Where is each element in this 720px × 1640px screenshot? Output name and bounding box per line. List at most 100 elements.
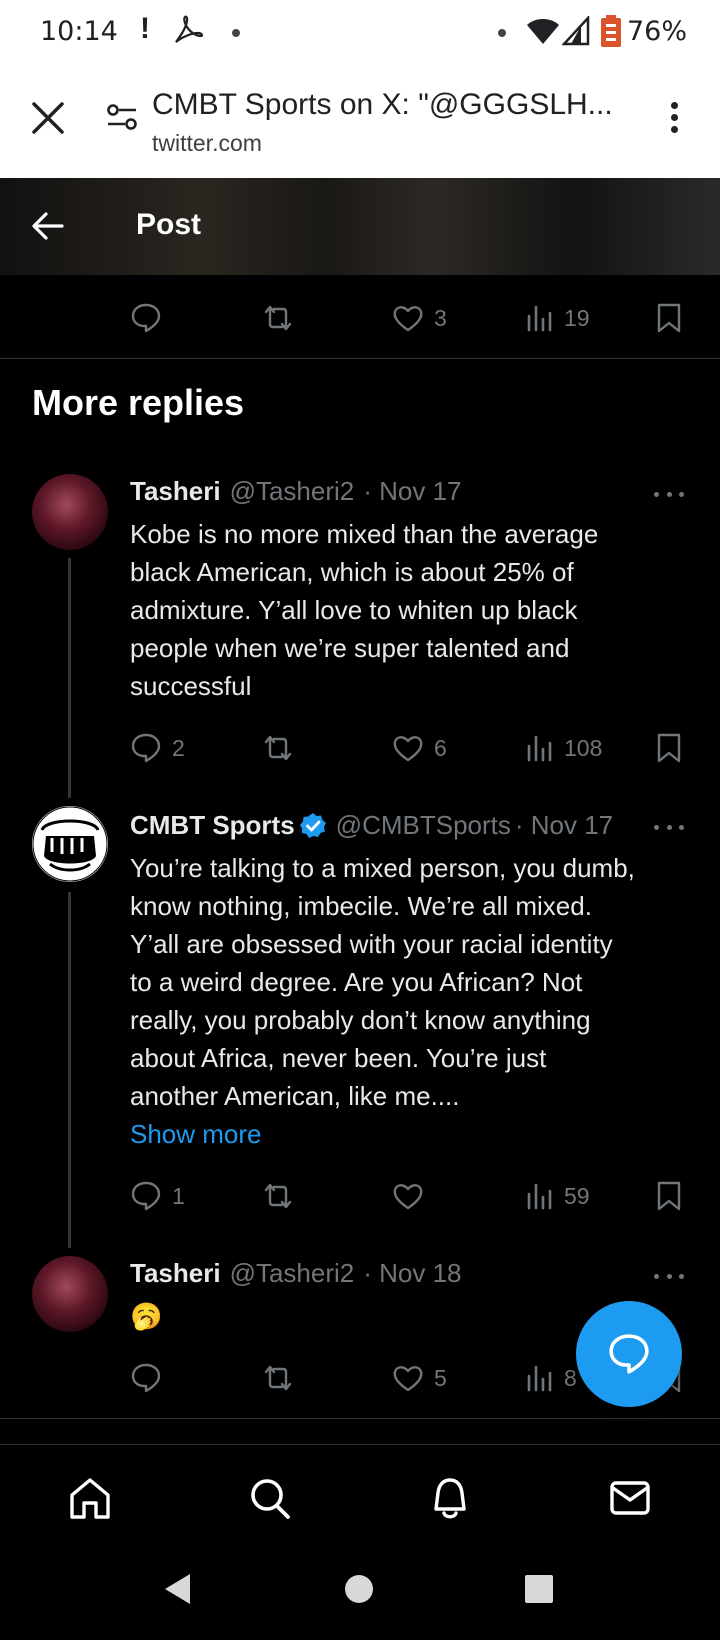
close-icon[interactable] bbox=[28, 98, 68, 138]
like-button[interactable]: 6 bbox=[392, 728, 447, 768]
repost-icon bbox=[264, 1365, 292, 1391]
reply-button[interactable] bbox=[130, 298, 162, 338]
more-options-icon[interactable] bbox=[654, 822, 684, 832]
divider bbox=[0, 358, 720, 359]
text-line: people when we’re super talented and bbox=[130, 633, 570, 663]
reply-count: 2 bbox=[172, 734, 185, 761]
wifi-icon bbox=[527, 19, 559, 44]
post-date[interactable]: · Nov 17 bbox=[515, 810, 613, 841]
author-name[interactable]: CMBT Sports bbox=[130, 810, 295, 841]
more-options-icon[interactable] bbox=[654, 1271, 684, 1281]
browser-toolbar: CMBT Sports on X: "@GGGSLH... twitter.co… bbox=[0, 66, 720, 178]
repost-button[interactable] bbox=[260, 298, 296, 338]
section-title: More replies bbox=[32, 382, 245, 423]
notifications-icon[interactable] bbox=[428, 1475, 472, 1521]
show-more-link[interactable]: Show more bbox=[130, 1115, 700, 1153]
more-options-icon[interactable] bbox=[654, 489, 684, 499]
view-count: 19 bbox=[564, 304, 590, 331]
heart-icon bbox=[393, 736, 423, 762]
header-title: Post bbox=[136, 208, 202, 241]
views-button[interactable]: 108 bbox=[526, 728, 602, 768]
notification-dot bbox=[232, 29, 240, 37]
avatar[interactable] bbox=[32, 806, 108, 882]
fist-logo-icon bbox=[32, 806, 108, 882]
text-line: Y’all are obsessed with your racial iden… bbox=[130, 929, 613, 959]
post-header: Post bbox=[0, 178, 720, 275]
repost-button[interactable] bbox=[260, 728, 296, 768]
like-button[interactable]: 3 bbox=[392, 298, 447, 338]
views-icon bbox=[527, 305, 552, 332]
reply-icon bbox=[131, 1363, 161, 1393]
like-button[interactable] bbox=[392, 1176, 424, 1216]
avatar[interactable] bbox=[32, 1256, 108, 1332]
recents-nav-icon[interactable] bbox=[524, 1574, 554, 1604]
battery-icon bbox=[601, 15, 621, 47]
reply-button[interactable] bbox=[130, 1358, 162, 1398]
author-handle[interactable]: @Tasheri2 bbox=[230, 476, 355, 507]
text-line: know nothing, imbecile. We’re all mixed. bbox=[130, 891, 592, 921]
reply-count: 1 bbox=[172, 1182, 185, 1209]
home-nav-icon[interactable] bbox=[344, 1574, 374, 1604]
author-name[interactable]: Tasheri bbox=[130, 476, 221, 507]
battery-percent: 76% bbox=[627, 16, 688, 47]
post-date[interactable]: · Nov 17 bbox=[363, 476, 461, 507]
overflow-menu-icon[interactable] bbox=[664, 98, 684, 138]
views-icon bbox=[527, 735, 552, 762]
repost-icon bbox=[264, 735, 292, 761]
bookmark-button[interactable] bbox=[656, 1176, 682, 1216]
tweet-action-bar: 2 6 108 bbox=[0, 728, 720, 768]
reply-button[interactable]: 1 bbox=[130, 1176, 185, 1216]
system-navigation bbox=[0, 1552, 720, 1640]
post-date[interactable]: · Nov 18 bbox=[363, 1258, 461, 1289]
page-url[interactable]: twitter.com bbox=[152, 130, 262, 157]
repost-icon bbox=[264, 305, 292, 331]
views-icon bbox=[527, 1183, 552, 1210]
text-line: another American, like me.... bbox=[130, 1081, 460, 1111]
messages-icon[interactable] bbox=[608, 1475, 652, 1521]
view-count: 59 bbox=[564, 1182, 590, 1209]
views-button[interactable]: 8 bbox=[526, 1358, 577, 1398]
views-button[interactable]: 59 bbox=[526, 1176, 590, 1216]
author-handle[interactable]: @CMBTSports bbox=[336, 810, 511, 841]
back-arrow-icon[interactable] bbox=[30, 208, 66, 244]
alert-icon: ! bbox=[140, 12, 150, 45]
tweet-text: You’re talking to a mixed person, you du… bbox=[130, 849, 700, 1153]
back-nav-icon[interactable] bbox=[162, 1572, 194, 1606]
reply-icon bbox=[131, 303, 161, 333]
view-count: 108 bbox=[564, 734, 603, 761]
text-line: admixture. Y’all love to whiten up black bbox=[130, 595, 578, 625]
site-settings-icon[interactable] bbox=[106, 102, 138, 132]
text-line: successful bbox=[130, 671, 252, 701]
search-icon[interactable] bbox=[248, 1475, 292, 1521]
like-count: 6 bbox=[434, 734, 447, 761]
status-time: 10:14 bbox=[40, 16, 118, 47]
reply-icon bbox=[131, 733, 161, 763]
repost-button[interactable] bbox=[260, 1358, 296, 1398]
text-line: You’re talking to a mixed person, you du… bbox=[130, 853, 635, 883]
heart-icon bbox=[393, 1366, 423, 1392]
avatar[interactable] bbox=[32, 474, 108, 550]
text-line: to a weird degree. Are you African? Not bbox=[130, 967, 583, 997]
page-title: CMBT Sports on X: "@GGGSLH... bbox=[152, 88, 613, 121]
like-button[interactable]: 5 bbox=[392, 1358, 447, 1398]
bookmark-button[interactable] bbox=[656, 728, 682, 768]
bookmark-button[interactable] bbox=[656, 298, 682, 338]
reply-fab-button[interactable] bbox=[576, 1301, 682, 1407]
like-count: 5 bbox=[434, 1364, 447, 1391]
text-line: black American, which is about 25% of bbox=[130, 557, 574, 587]
tweet-text: Kobe is no more mixed than the average b… bbox=[130, 515, 700, 705]
views-button[interactable]: 19 bbox=[526, 298, 590, 338]
home-icon[interactable] bbox=[68, 1475, 112, 1521]
reply-icon bbox=[131, 1181, 161, 1211]
views-icon bbox=[527, 1365, 552, 1392]
author-name[interactable]: Tasheri bbox=[130, 1258, 221, 1289]
text-line: really, you probably don’t know anything bbox=[130, 1005, 591, 1035]
reply-button[interactable]: 2 bbox=[130, 728, 185, 768]
status-bar: 10:14 ! 76% bbox=[0, 0, 720, 66]
author-handle[interactable]: @Tasheri2 bbox=[230, 1258, 355, 1289]
bookmark-icon bbox=[657, 1181, 681, 1211]
text-line: Kobe is no more mixed than the average bbox=[130, 519, 599, 549]
repost-button[interactable] bbox=[260, 1176, 296, 1216]
bookmark-icon bbox=[657, 303, 681, 333]
verified-badge-icon bbox=[299, 812, 326, 838]
